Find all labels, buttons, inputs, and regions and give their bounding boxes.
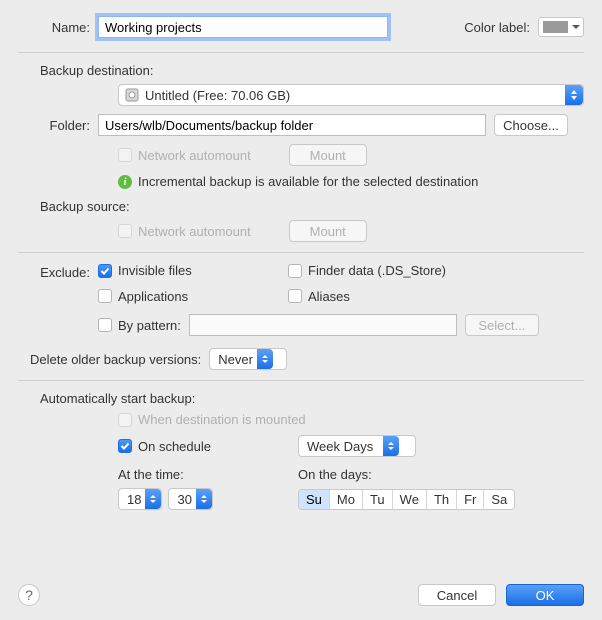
when-mounted-checkbox: When destination is mounted bbox=[118, 412, 306, 427]
day-mo[interactable]: Mo bbox=[330, 490, 363, 509]
minute-select[interactable]: 30 bbox=[168, 488, 212, 510]
at-time-label: At the time: bbox=[118, 467, 298, 482]
day-we[interactable]: We bbox=[393, 490, 427, 509]
destination-drive-popup[interactable]: Untitled (Free: 70.06 GB) bbox=[118, 84, 584, 106]
choose-folder-button[interactable]: Choose... bbox=[494, 114, 568, 136]
dest-network-automount-checkbox: Network automount bbox=[118, 148, 251, 163]
on-days-label: On the days: bbox=[298, 467, 372, 482]
day-th[interactable]: Th bbox=[427, 490, 457, 509]
exclude-finder-checkbox[interactable]: Finder data (.DS_Store) bbox=[288, 263, 446, 278]
exclude-select-button: Select... bbox=[465, 314, 539, 336]
day-su[interactable]: Su bbox=[299, 490, 330, 509]
schedule-type-select[interactable]: Week Days bbox=[298, 435, 416, 457]
color-label-picker[interactable] bbox=[538, 17, 584, 37]
backup-source-label: Backup source: bbox=[40, 199, 584, 214]
hour-select[interactable]: 18 bbox=[118, 488, 162, 510]
days-segmented[interactable]: Su Mo Tu We Th Fr Sa bbox=[298, 489, 515, 510]
exclude-invisible-checkbox[interactable]: Invisible files bbox=[98, 263, 192, 278]
delete-older-label: Delete older backup versions: bbox=[30, 352, 201, 367]
chevron-updown-icon bbox=[145, 489, 161, 509]
disk-icon bbox=[125, 88, 139, 102]
chevron-updown-icon bbox=[383, 436, 399, 456]
ok-button[interactable]: OK bbox=[506, 584, 584, 606]
src-network-automount-checkbox: Network automount bbox=[118, 224, 251, 239]
chevron-updown-icon bbox=[257, 349, 273, 369]
exclude-pattern-checkbox[interactable]: By pattern: bbox=[98, 318, 181, 333]
day-tu[interactable]: Tu bbox=[363, 490, 393, 509]
incremental-info-text: Incremental backup is available for the … bbox=[138, 174, 478, 189]
color-label-text: Color label: bbox=[464, 20, 530, 35]
src-mount-button: Mount bbox=[289, 220, 367, 242]
destination-drive-text: Untitled (Free: 70.06 GB) bbox=[145, 88, 565, 103]
folder-input[interactable] bbox=[98, 114, 486, 136]
day-sa[interactable]: Sa bbox=[484, 490, 514, 509]
exclude-applications-checkbox[interactable]: Applications bbox=[98, 289, 188, 304]
auto-start-label: Automatically start backup: bbox=[40, 391, 584, 406]
dest-mount-button: Mount bbox=[289, 144, 367, 166]
delete-older-select[interactable]: Never bbox=[209, 348, 287, 370]
exclude-aliases-checkbox[interactable]: Aliases bbox=[288, 289, 350, 304]
name-label: Name: bbox=[18, 20, 98, 35]
help-button[interactable]: ? bbox=[18, 584, 40, 606]
backup-destination-label: Backup destination: bbox=[40, 63, 584, 78]
on-schedule-checkbox[interactable]: On schedule bbox=[118, 439, 298, 454]
name-input[interactable] bbox=[98, 16, 388, 38]
folder-label: Folder: bbox=[18, 118, 98, 133]
chevron-updown-icon bbox=[196, 489, 212, 509]
exclude-label: Exclude: bbox=[18, 263, 98, 280]
chevron-updown-icon bbox=[565, 85, 583, 105]
cancel-button[interactable]: Cancel bbox=[418, 584, 496, 606]
exclude-pattern-input[interactable] bbox=[189, 314, 457, 336]
day-fr[interactable]: Fr bbox=[457, 490, 484, 509]
info-icon: i bbox=[118, 175, 132, 189]
